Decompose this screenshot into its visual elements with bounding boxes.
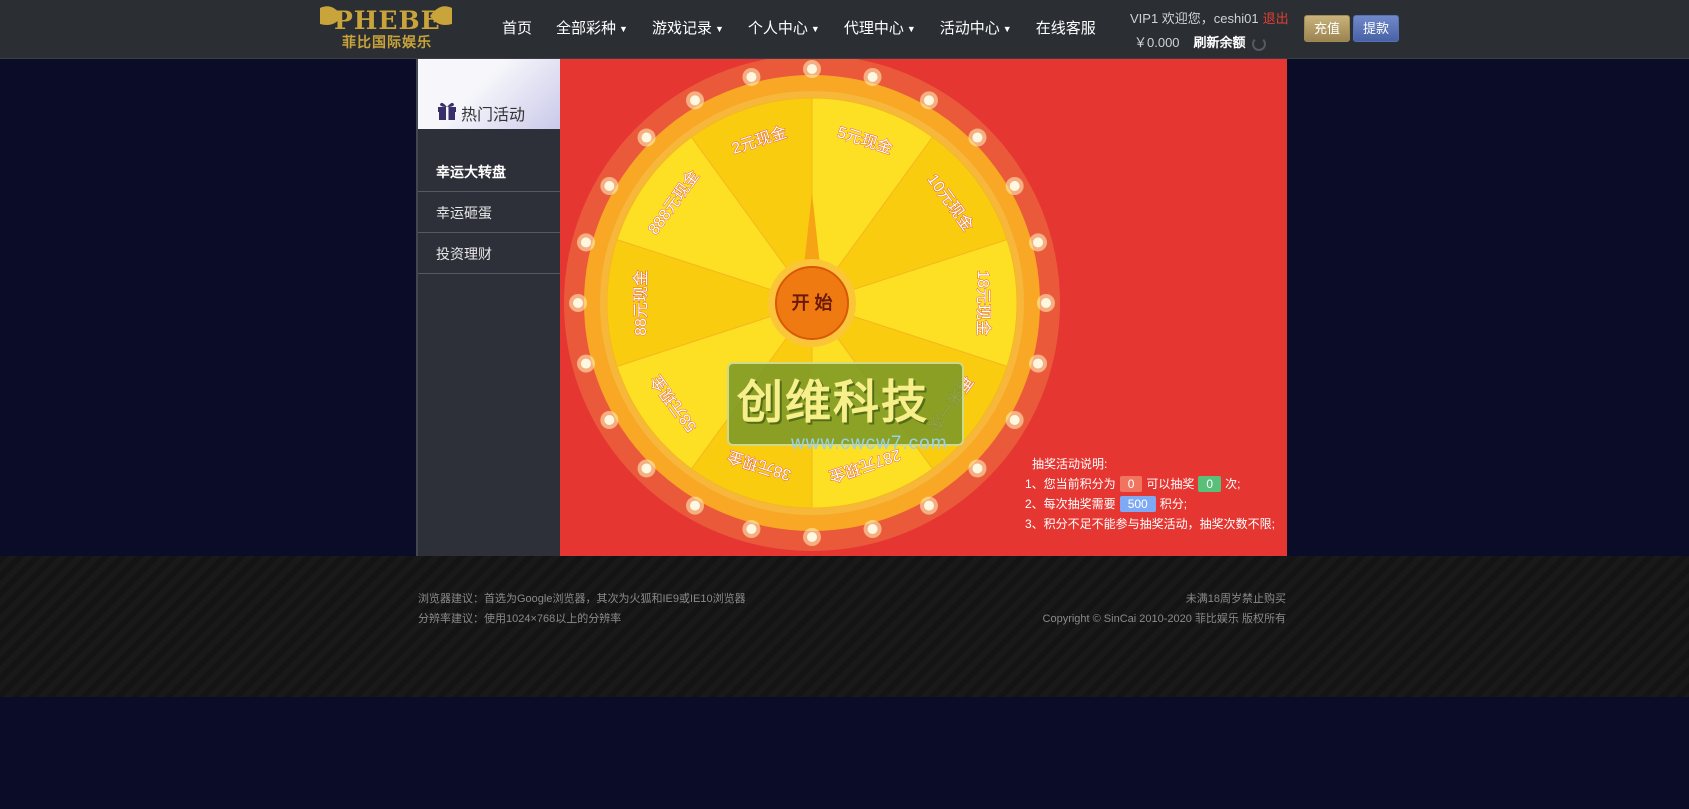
wheel-light xyxy=(867,524,878,535)
nav-personal-center[interactable]: 个人中心 ▼ xyxy=(736,0,832,58)
wheel-light xyxy=(1009,181,1020,191)
wheel-light xyxy=(580,358,591,369)
wheel-light xyxy=(924,95,934,106)
wheel-light xyxy=(604,181,615,191)
user-greeting: VIP1 欢迎您，ceshi01 xyxy=(1130,11,1259,26)
nav-all-lottery[interactable]: 全部彩种 ▼ xyxy=(544,0,640,58)
refresh-balance-link[interactable]: 刷新余额 xyxy=(1194,35,1246,50)
logo-brand: PHEBE xyxy=(334,6,441,35)
wheel-light xyxy=(580,237,591,248)
rules-line-2: 2、每次抽奖需要 500 积分; xyxy=(1025,496,1188,512)
gift-icon xyxy=(438,102,456,120)
age-notice: 未满18周岁禁止购买 xyxy=(1185,593,1286,605)
wheel-light xyxy=(641,463,652,474)
watermark-logo: 创维科技 www.cwcw7.com xyxy=(727,362,964,454)
wheel-light xyxy=(641,132,652,143)
nav-activity-center[interactable]: 活动中心 ▼ xyxy=(928,0,1024,58)
user-info: VIP1 欢迎您，ceshi01 退出 ￥0.000 刷新余额 xyxy=(1130,8,1289,51)
wheel-prize-label: 18元现金 xyxy=(974,270,992,336)
withdraw-button[interactable]: 提款 xyxy=(1353,15,1399,42)
wheel-light xyxy=(746,71,757,82)
resolution-advice: 分辨率建议：使用1024×768以上的分辨率 xyxy=(418,613,622,625)
activity-sidebar: 热门活动 幸运大转盘 幸运砸蛋 投资理财 xyxy=(416,59,562,556)
sidebar-item-lucky-wheel[interactable]: 幸运大转盘 xyxy=(418,152,560,192)
wheel-light xyxy=(972,463,983,474)
site-logo[interactable]: PHEBE 菲比国际娱乐 xyxy=(312,2,462,50)
wheel-light xyxy=(573,298,583,308)
page-footer: 浏览器建议：首选为Google浏览器，其次为火狐和IE9或IE10浏览器 分辨率… xyxy=(0,556,1689,697)
nav-agent-center[interactable]: 代理中心 ▼ xyxy=(832,0,928,58)
wheel-light xyxy=(690,500,700,511)
wheel-light xyxy=(867,71,878,82)
wheel-light xyxy=(1041,298,1051,308)
caret-down-icon: ▼ xyxy=(619,24,628,35)
wheel-light xyxy=(1033,358,1044,369)
watermark-url: www.cwcw7.com xyxy=(791,433,948,454)
start-spin-button[interactable] xyxy=(773,262,843,332)
wheel-light xyxy=(807,532,817,542)
caret-down-icon: ▼ xyxy=(906,24,916,35)
wheel-light xyxy=(746,524,757,535)
sidebar-title: 热门活动 xyxy=(461,107,526,124)
caret-down-icon: ▼ xyxy=(810,24,820,35)
sidebar-item-lucky-egg[interactable]: 幸运砸蛋 xyxy=(418,193,560,233)
balance-value: ￥0.000 xyxy=(1134,35,1180,50)
draws-badge: 0 xyxy=(1198,476,1222,492)
logo-subtitle: 菲比国际娱乐 xyxy=(342,34,432,50)
wheel-light xyxy=(924,500,934,511)
sidebar-item-investment[interactable]: 投资理财 xyxy=(418,234,560,274)
copyright: Copyright © SinCai 2010-2020 菲比娱乐 版权所有 xyxy=(1042,613,1286,625)
logout-link[interactable]: 退出 xyxy=(1263,11,1289,26)
sidebar-header: 热门活动 xyxy=(418,59,562,129)
wheel-light xyxy=(1009,415,1020,425)
wheel-light xyxy=(690,95,700,106)
wheel-prize-label: 88元现金 xyxy=(632,270,650,336)
nav-home[interactable]: 首页 xyxy=(490,0,544,58)
recharge-button[interactable]: 充值 xyxy=(1304,15,1350,42)
wheel-light xyxy=(807,64,817,74)
lottery-rules: 抽奖活动说明: 1、您当前积分为 0 可以抽奖 0 次; 2、每次抽奖需要 500 积分; … xyxy=(1025,454,1275,534)
browser-advice: 浏览器建议：首选为Google浏览器，其次为火狐和IE9或IE10浏览器 xyxy=(418,593,746,605)
rules-line-3: 3、积分不足不能参与抽奖活动，抽奖次数不限; xyxy=(1025,517,1276,531)
rules-line-1: 1、您当前积分为 0 可以抽奖 0 次; xyxy=(1025,476,1241,492)
wheel-light xyxy=(972,132,983,143)
main-nav: 首页 全部彩种 ▼ 游戏记录 ▼ 个人中心 ▼ 代理中心 ▼ 活动中心 ▼ 在线客服 xyxy=(490,0,1108,58)
nav-game-records[interactable]: 游戏记录 ▼ xyxy=(640,0,736,58)
caret-down-icon: ▼ xyxy=(714,24,724,35)
caret-down-icon: ▼ xyxy=(1002,24,1012,35)
rules-heading: 抽奖活动说明: xyxy=(1032,457,1108,471)
watermark-title: 创维科技 xyxy=(737,376,929,428)
top-navbar: PHEBE 菲比国际娱乐 首页 全部彩种 ▼ 游戏记录 ▼ 个人中心 ▼ 代理中心 ▼ … xyxy=(0,0,1689,59)
loading-spinner-icon xyxy=(1251,36,1266,51)
wheel-light xyxy=(604,415,615,425)
footer-left: 浏览器建议：首选为Google浏览器，其次为火狐和IE9或IE10浏览器 分辨率… xyxy=(418,589,746,629)
lucky-wheel-panel: 5元现金10元现金18元现金再来一次287元现金38元现金58元现金88元现金8… xyxy=(560,59,1287,556)
nav-online-service[interactable]: 在线客服 xyxy=(1024,0,1108,58)
footer-right: 未满18周岁禁止购买 Copyright © SinCai 2010-2020 … xyxy=(1043,589,1286,629)
cost-badge: 500 xyxy=(1119,496,1156,512)
points-badge: 0 xyxy=(1119,476,1143,492)
prize-wheel: 5元现金10元现金18元现金再来一次287元现金38元现金58元现金88元现金8… xyxy=(560,59,1060,556)
wheel-light xyxy=(1033,237,1044,248)
